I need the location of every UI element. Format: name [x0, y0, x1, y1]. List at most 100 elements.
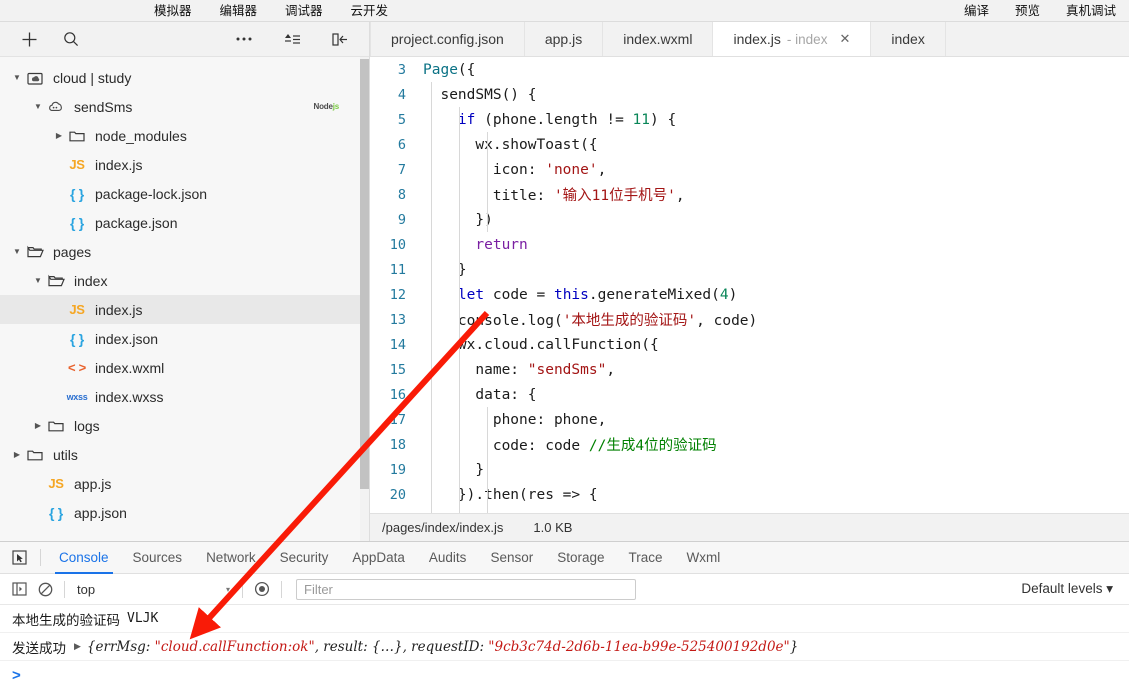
tree-item-index[interactable]: ▼ index	[0, 266, 369, 295]
tree-item-logs[interactable]: ▶ logs	[0, 411, 369, 440]
folder-icon	[66, 129, 88, 142]
chevron-down-icon[interactable]: ▼	[31, 92, 45, 121]
devtools-tab-trace[interactable]: Trace	[617, 542, 675, 574]
top-menu-simulator[interactable]: 模拟器	[140, 0, 206, 22]
devtools-tab-sources[interactable]: Sources	[121, 542, 195, 574]
code-line[interactable]: 15 name: "sendSms",	[370, 357, 1129, 382]
tree-item-index-json[interactable]: { } index.json	[0, 324, 369, 353]
chevron-down-icon: ▾	[225, 584, 230, 594]
code-line-text: icon: 'none',	[423, 161, 607, 178]
tree-item-index-wxss[interactable]: wxss index.wxss	[0, 382, 369, 411]
console-output-area[interactable]: 本地生成的验证码 VLJK 发送成功 ▶ {errMsg: "cloud.callFun…	[0, 605, 1129, 690]
tree-item-label: node_modules	[95, 127, 187, 144]
console-object-preview[interactable]: {errMsg: "cloud.callFunction:ok", result…	[87, 639, 798, 655]
code-content-area[interactable]: 3 Page({4 sendSMS() {5 if (phone.length !…	[370, 57, 1129, 513]
code-line[interactable]: 8 title: '输入11位手机号',	[370, 182, 1129, 207]
code-line[interactable]: 5 if (phone.length != 11) {	[370, 107, 1129, 132]
chevron-down-icon[interactable]: ▼	[10, 237, 24, 266]
tree-item-cloud-study[interactable]: ▼ cloud | study	[0, 63, 369, 92]
devtools-tab-security[interactable]: Security	[268, 542, 341, 574]
show-console-sidebar-icon[interactable]	[6, 576, 32, 602]
expand-object-icon[interactable]: ▶	[74, 641, 81, 652]
code-line[interactable]: 14 wx.cloud.callFunction({	[370, 332, 1129, 357]
console-log-levels-label: Default levels	[1021, 581, 1103, 596]
file-tree-scrollbar[interactable]	[360, 57, 369, 541]
devtools-tab-console[interactable]: Console	[47, 542, 121, 574]
code-line[interactable]: 18 code: code //生成4位的验证码	[370, 432, 1129, 457]
collapse-panel-icon[interactable]	[327, 26, 353, 52]
editor-tab-index-wxml[interactable]: index.wxml	[603, 22, 714, 56]
console-filter-input[interactable]	[296, 578, 636, 600]
tree-item-label: index	[74, 272, 108, 289]
more-options-icon[interactable]	[231, 26, 257, 52]
tree-item-label: package-lock.json	[95, 185, 208, 202]
code-line[interactable]: 6 wx.showToast({	[370, 132, 1129, 157]
code-line[interactable]: 10 return	[370, 232, 1129, 257]
tree-item-index-wxml[interactable]: < > index.wxml	[0, 353, 369, 382]
console-context-select[interactable]: top ▾	[71, 582, 236, 597]
line-number: 6	[397, 136, 406, 153]
code-line[interactable]: 19 }	[370, 457, 1129, 482]
file-tree[interactable]: ▼ cloud | study ▼ sendSms Nodejs ▶ node_module…	[0, 57, 369, 541]
top-menu-preview[interactable]: 预览	[1002, 0, 1053, 22]
line-number: 10	[389, 236, 406, 253]
top-menu-debugger[interactable]: 调试器	[271, 0, 337, 22]
editor-tab-index-js[interactable]: index.js - index ✕	[713, 22, 872, 56]
search-icon[interactable]	[58, 26, 84, 52]
live-expression-icon[interactable]	[249, 576, 275, 602]
devtools-tab-sensor[interactable]: Sensor	[478, 542, 545, 574]
devtools-tab-storage[interactable]: Storage	[545, 542, 616, 574]
code-line[interactable]: 20 }).then(res => {	[370, 482, 1129, 507]
file-tree-scroll-thumb[interactable]	[360, 59, 369, 489]
console-message-row[interactable]: 发送成功 ▶ {errMsg: "cloud.callFunction:ok", r…	[0, 633, 1129, 661]
code-line-text: wx.cloud.callFunction({	[423, 336, 659, 353]
chevron-right-icon[interactable]: ▶	[10, 440, 24, 469]
tree-item-index-js[interactable]: JS index.js	[0, 150, 369, 179]
code-line[interactable]: 13 console.log('本地生成的验证码', code)	[370, 307, 1129, 332]
code-line[interactable]: 16 data: {	[370, 382, 1129, 407]
console-message-value: VLJK	[127, 611, 159, 626]
tree-item-package-lock-json[interactable]: { } package-lock.json	[0, 179, 369, 208]
chevron-right-icon[interactable]: ▶	[52, 121, 66, 150]
devtools-tab-audits[interactable]: Audits	[417, 542, 479, 574]
devtools-tab-network[interactable]: Network	[194, 542, 268, 574]
top-menu-compile[interactable]: 编译	[951, 0, 1002, 22]
editor-tab-app-js[interactable]: app.js	[524, 22, 604, 56]
tree-item-utils[interactable]: ▶ utils	[0, 440, 369, 469]
devtools-tab-appdata[interactable]: AppData	[340, 542, 417, 574]
tree-item-node-modules[interactable]: ▶ node_modules	[0, 121, 369, 150]
console-log-levels-select[interactable]: Default levels ▾	[1021, 581, 1123, 597]
chevron-down-icon: ▾	[1106, 581, 1113, 596]
inspect-element-icon[interactable]	[4, 550, 34, 565]
chevron-right-icon[interactable]: ▶	[31, 411, 45, 440]
code-line[interactable]: 12 let code = this.generateMixed(4)	[370, 282, 1129, 307]
code-line[interactable]: 7 icon: 'none',	[370, 157, 1129, 182]
tree-item-sendsms[interactable]: ▼ sendSms Nodejs	[0, 92, 369, 121]
code-line[interactable]: 17 phone: phone,	[370, 407, 1129, 432]
line-number: 16	[389, 386, 406, 403]
code-line[interactable]: 4 sendSMS() {	[370, 82, 1129, 107]
clear-console-icon[interactable]	[32, 576, 58, 602]
editor-tab-project-config-json[interactable]: project.config.json	[370, 22, 525, 56]
top-menu-real-device-debug[interactable]: 真机调试	[1053, 0, 1129, 22]
tree-item-label: logs	[74, 417, 100, 434]
add-file-icon[interactable]	[16, 26, 42, 52]
code-line[interactable]: 11 }	[370, 257, 1129, 282]
tree-item-app-json[interactable]: { } app.json	[0, 498, 369, 527]
code-line[interactable]: 3 Page({	[370, 57, 1129, 82]
tree-item-app-js[interactable]: JS app.js	[0, 469, 369, 498]
tree-item-pages[interactable]: ▼ pages	[0, 237, 369, 266]
console-message-row[interactable]: 本地生成的验证码 VLJK	[0, 605, 1129, 633]
tree-item-index-js[interactable]: JS index.js	[0, 295, 369, 324]
close-icon[interactable]: ✕	[839, 31, 850, 47]
top-menu-editor[interactable]: 编辑器	[206, 0, 272, 22]
sort-icon[interactable]	[279, 26, 305, 52]
top-menu-cloud-dev[interactable]: 云开发	[337, 0, 403, 22]
code-line[interactable]: 9 })	[370, 207, 1129, 232]
editor-tab-index[interactable]: index	[871, 22, 946, 56]
chevron-down-icon[interactable]: ▼	[10, 63, 24, 92]
console-input-prompt[interactable]: >	[0, 661, 1129, 690]
chevron-down-icon[interactable]: ▼	[31, 266, 45, 295]
tree-item-package-json[interactable]: { } package.json	[0, 208, 369, 237]
devtools-tab-wxml[interactable]: Wxml	[675, 542, 733, 574]
